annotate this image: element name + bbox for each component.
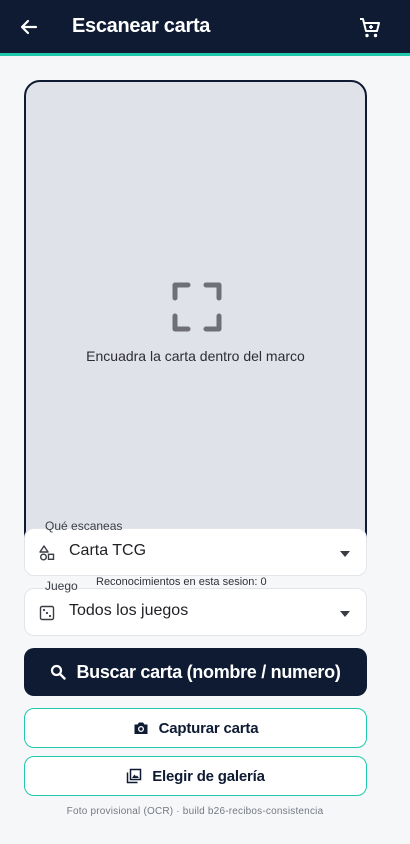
game-label: Juego — [45, 579, 78, 593]
app-bar: Escanear carta — [0, 0, 410, 56]
chevron-down-icon — [340, 551, 350, 557]
page-title: Escanear carta — [72, 15, 211, 37]
search-icon — [51, 664, 67, 680]
capture-card-button[interactable]: Capturar carta — [24, 708, 367, 748]
cart-icon — [360, 18, 380, 38]
cart-button[interactable] — [356, 14, 384, 42]
scan-type-select[interactable]: Qué escaneas Carta TCG — [24, 519, 367, 576]
build-info: Foto provisional (OCR) · build b26-recib… — [66, 806, 324, 817]
viewfinder-hint: Encuadra la carta dentro del marco — [86, 348, 305, 364]
gallery-icon — [127, 768, 142, 784]
camera-viewfinder[interactable]: Encuadra la carta dentro del marco — [24, 80, 367, 560]
arrow-left-icon — [20, 19, 38, 35]
shapes-icon — [37, 543, 57, 563]
game-select[interactable]: Juego Todos los juegos — [24, 579, 367, 636]
choose-gallery-button[interactable]: Elegir de galería — [24, 756, 367, 796]
search-card-button[interactable]: Buscar carta (nombre / numero) — [24, 648, 367, 696]
search-card-label: Buscar carta (nombre / numero) — [76, 661, 341, 682]
camera-icon — [134, 722, 148, 734]
choose-gallery-label: Elegir de galería — [152, 767, 265, 785]
dice-icon — [37, 603, 57, 623]
scan-type-value: Carta TCG — [69, 542, 147, 559]
back-button[interactable] — [14, 12, 44, 42]
chevron-down-icon — [340, 611, 350, 617]
session-count: Reconocimientos en esta sesion: 0 — [96, 576, 267, 588]
scan-type-label: Qué escaneas — [45, 519, 123, 533]
crop-frame-icon — [172, 282, 222, 332]
capture-card-label: Capturar carta — [158, 719, 259, 737]
game-value: Todos los juegos — [69, 602, 189, 619]
